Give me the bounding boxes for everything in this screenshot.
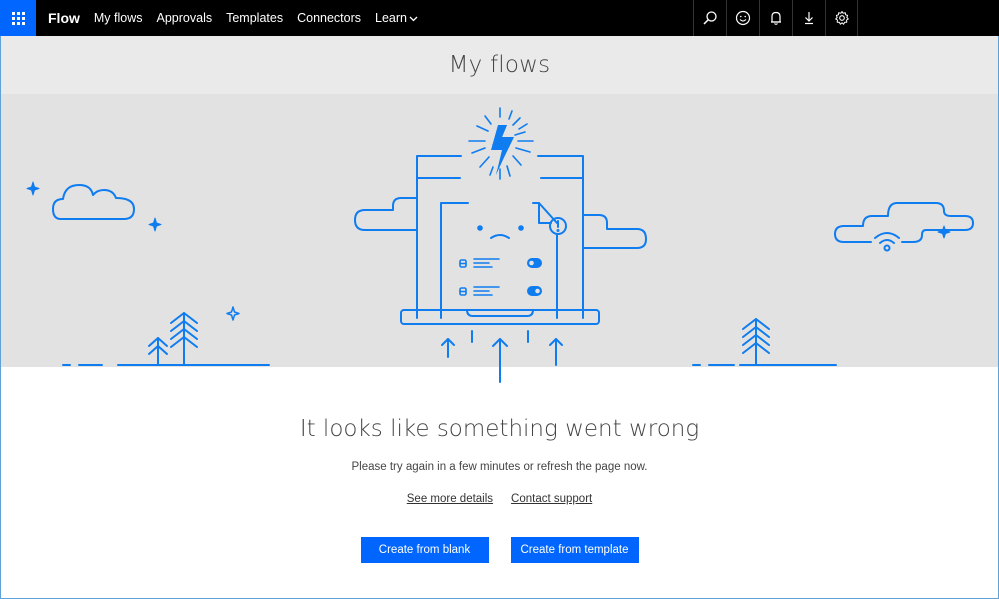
sparkle-icon xyxy=(226,306,240,321)
create-from-blank-button[interactable]: Create from blank xyxy=(360,537,489,563)
help-links: See more details Contact support xyxy=(0,493,999,505)
see-more-details-link[interactable]: See more details xyxy=(407,493,493,505)
search-button[interactable] xyxy=(693,0,726,36)
arrow-up-icon xyxy=(549,338,563,366)
toggle-icon xyxy=(527,286,542,296)
arrow-up-icon xyxy=(441,338,455,358)
create-from-template-button[interactable]: Create from template xyxy=(510,537,639,563)
nav-approvals[interactable]: Approvals xyxy=(157,11,213,25)
broken-laptop-illustration xyxy=(26,107,974,383)
search-icon xyxy=(703,11,717,25)
sparkle-icon xyxy=(148,217,162,232)
sparkle-icon xyxy=(937,225,951,239)
lightning-icon xyxy=(491,125,514,175)
waffle-icon xyxy=(11,11,25,25)
tree-icon xyxy=(742,318,770,366)
cloud-icon xyxy=(834,202,974,243)
nav-learn[interactable]: Learn xyxy=(375,11,418,25)
nav-learn-label: Learn xyxy=(375,11,408,25)
nav-templates[interactable]: Templates xyxy=(226,11,283,25)
error-title: It looks like something went wrong xyxy=(299,416,700,442)
chevron-down-icon xyxy=(409,16,418,22)
app-launcher-button[interactable] xyxy=(0,0,36,36)
brand-logo-text[interactable]: Flow xyxy=(48,10,80,26)
page-header: My flows xyxy=(1,36,998,94)
nav-my-flows[interactable]: My flows xyxy=(94,11,143,25)
tree-icon xyxy=(148,337,168,366)
top-navigation-bar: Flow My flows Approvals Templates Connec… xyxy=(0,0,999,36)
wifi-icon xyxy=(874,232,900,252)
smiley-icon xyxy=(735,10,751,26)
cloud-icon xyxy=(582,214,647,249)
error-illustration xyxy=(1,94,998,383)
cloud-icon xyxy=(52,184,135,220)
download-icon xyxy=(805,12,813,25)
contact-support-link[interactable]: Contact support xyxy=(511,493,592,505)
create-actions: Create from blank Create from template xyxy=(0,537,999,563)
nav-connectors[interactable]: Connectors xyxy=(297,11,361,25)
feedback-button[interactable] xyxy=(726,0,759,36)
header-actions xyxy=(693,0,858,36)
gear-icon xyxy=(834,11,849,25)
sparkle-icon xyxy=(26,181,40,196)
download-button[interactable] xyxy=(792,0,825,36)
arrow-up-icon xyxy=(492,338,508,383)
tree-icon xyxy=(170,312,198,366)
error-subtitle: Please try again in a few minutes or ref… xyxy=(351,461,648,473)
bell-icon xyxy=(771,11,781,25)
notifications-button[interactable] xyxy=(759,0,792,36)
settings-button[interactable] xyxy=(825,0,858,36)
toggle-icon xyxy=(527,258,542,268)
page-title: My flows xyxy=(448,52,551,78)
cloud-icon xyxy=(354,197,418,231)
